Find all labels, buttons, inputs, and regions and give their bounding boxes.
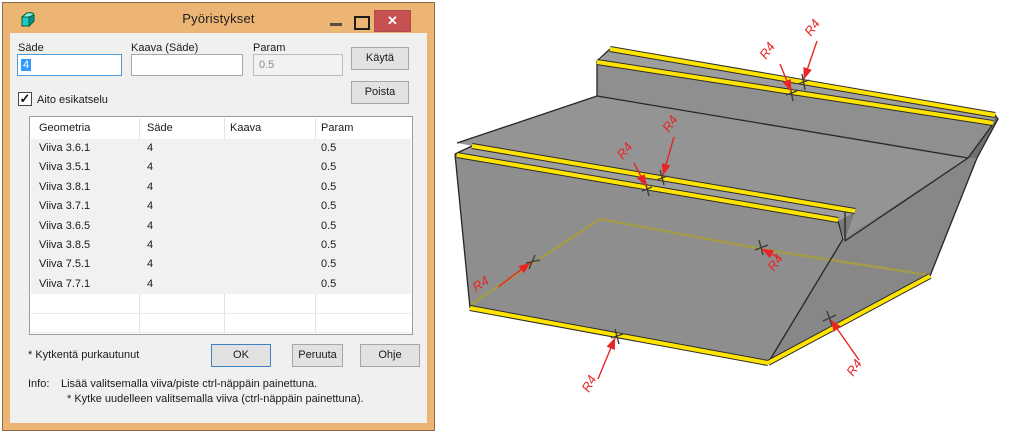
radius-annotation: R4	[843, 356, 865, 378]
table-row[interactable]: Viiva 7.7.140.5	[31, 275, 411, 294]
formula-label: Kaava (Säde)	[131, 42, 198, 54]
status-note: * Kytkentä purkautunut	[28, 349, 139, 361]
param-field: 0.5	[253, 54, 343, 76]
table-row[interactable]: Viiva 7.5.140.5	[31, 255, 411, 274]
table-row[interactable]: Viiva 3.8.540.5	[31, 236, 411, 255]
info-label: Info:	[28, 378, 49, 390]
cancel-button[interactable]: Peruuta	[292, 344, 343, 367]
table-rows: Viiva 3.6.140.5 Viiva 3.5.140.5 Viiva 3.…	[31, 139, 411, 294]
info-line-1: Lisää valitsemalla viiva/piste ctrl-näpp…	[61, 378, 317, 390]
table-row[interactable]: Viiva 3.6.540.5	[31, 217, 411, 236]
empty-row-line	[31, 332, 411, 333]
fillet-table[interactable]: Geometria Säde Kaava Param Viiva 3.6.140…	[29, 116, 413, 335]
filleted-cube-icon	[18, 11, 37, 28]
selected-text: 4	[21, 59, 31, 71]
radius-annotation: R4	[801, 16, 823, 38]
radius-label: Säde	[18, 42, 44, 54]
help-button[interactable]: Ohje	[360, 344, 420, 367]
cad-3d-viewport[interactable]: R4 R4 R4 R4 R4 R4 R4 R4	[440, 0, 1010, 436]
true-preview-checkbox[interactable]: ✓	[18, 92, 32, 106]
table-header: Geometria Säde Kaava Param	[30, 117, 412, 139]
maximize-icon[interactable]	[354, 16, 370, 30]
table-row[interactable]: Viiva 3.5.140.5	[31, 158, 411, 177]
ok-button[interactable]: OK	[211, 344, 271, 367]
formula-input[interactable]	[131, 54, 243, 76]
radius-annotation: R4	[756, 39, 778, 61]
fillets-dialog: Pyöristykset ✕ Säde Kaava (Säde) Param 4…	[2, 2, 435, 431]
empty-row-line	[31, 313, 411, 314]
info-line-2: * Kytke uudelleen valitsemalla viiva (ct…	[67, 393, 364, 405]
col-geometria[interactable]: Geometria	[39, 117, 90, 139]
minimize-icon[interactable]	[330, 23, 342, 26]
close-icon[interactable]: ✕	[374, 10, 411, 32]
table-row[interactable]: Viiva 3.7.140.5	[31, 197, 411, 216]
titlebar[interactable]: Pyöristykset ✕	[3, 3, 434, 33]
col-kaava[interactable]: Kaava	[230, 117, 261, 139]
true-preview-label: Aito esikatselu	[37, 94, 108, 106]
radius-annotation: R4	[578, 373, 599, 395]
dialog-client-area: Säde Kaava (Säde) Param 4 0.5 Käytä Pois…	[10, 33, 427, 423]
remove-button[interactable]: Poista	[351, 81, 409, 104]
col-sade[interactable]: Säde	[147, 117, 173, 139]
param-label: Param	[253, 42, 285, 54]
col-param[interactable]: Param	[321, 117, 353, 139]
table-row[interactable]: Viiva 3.6.140.5	[31, 139, 411, 158]
apply-button[interactable]: Käytä	[351, 47, 409, 70]
table-row[interactable]: Viiva 3.8.140.5	[31, 178, 411, 197]
radius-input[interactable]: 4	[17, 54, 122, 76]
